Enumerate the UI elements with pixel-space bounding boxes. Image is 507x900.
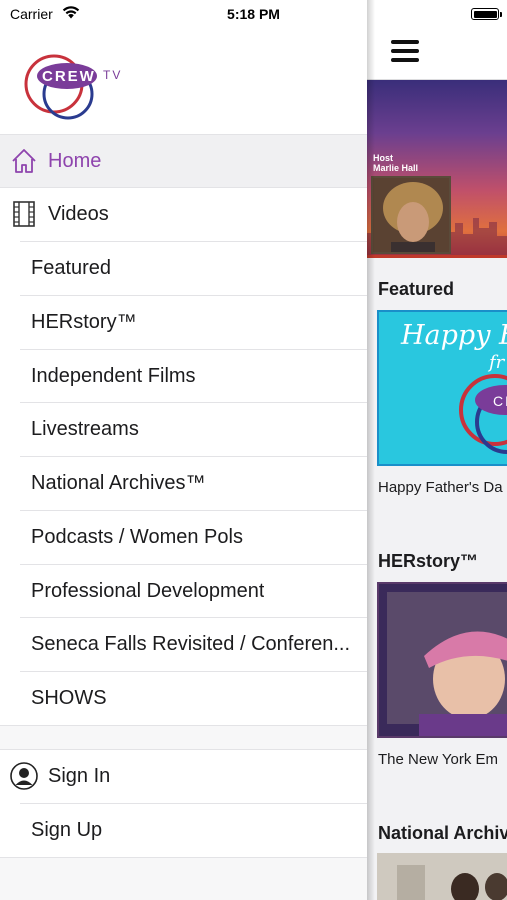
menu-item-videos[interactable]: Videos	[0, 188, 367, 241]
menu-item-label: Podcasts / Women Pols	[31, 526, 243, 548]
host-photo	[371, 176, 451, 254]
menu-item-herstory[interactable]: HERstory™	[0, 296, 367, 349]
menu-item-sign-in[interactable]: Sign In	[0, 750, 367, 803]
logo-tv-text: TV	[103, 68, 123, 82]
menu-item-label: Featured	[31, 257, 112, 279]
menu-item-livestreams[interactable]: Livestreams	[0, 403, 367, 456]
section-title-national-archives: National Archiv	[378, 823, 507, 843]
menu-item-label: Sign Up	[31, 819, 103, 841]
drawer-shadow	[367, 0, 375, 900]
side-menu: CREW TV Home Videos Featured HERstory™ I…	[0, 0, 367, 900]
svg-text:CR: CR	[493, 393, 507, 409]
menu-item-label: National Archives™	[31, 472, 206, 494]
menu-item-label: Videos	[48, 203, 109, 225]
logo-text: CREW	[42, 68, 96, 85]
host-label: Host Marlie Hall	[373, 153, 419, 173]
menu-item-label: Home	[48, 150, 102, 172]
section-gap	[0, 858, 367, 900]
menu-item-national-archives[interactable]: National Archives™	[0, 457, 367, 510]
menu-item-shows[interactable]: SHOWS	[0, 672, 367, 725]
menu-item-featured[interactable]: Featured	[0, 242, 367, 295]
menu-item-professional-development[interactable]: Professional Development	[0, 565, 367, 618]
featured-video-caption[interactable]: Happy Father's Da	[378, 479, 503, 496]
national-archives-video-thumbnail[interactable]	[377, 853, 507, 900]
film-icon	[13, 201, 35, 227]
menu-item-label: Livestreams	[31, 418, 139, 440]
section-title-herstory: HERstory™	[378, 551, 479, 571]
menu-item-label: Seneca Falls Revisited / Conferen...	[31, 633, 351, 655]
menu-item-independent-films[interactable]: Independent Films	[0, 350, 367, 403]
menu-item-label: Independent Films	[31, 365, 196, 387]
crew-tv-logo	[24, 54, 97, 120]
home-icon	[12, 149, 36, 173]
menu-item-home[interactable]: Home	[0, 135, 367, 188]
section-gap	[0, 726, 367, 750]
main-content: Host Marlie Hall Featured Happy Fa fr CR…	[367, 0, 507, 900]
thumbnail-title: Happy Fa	[401, 320, 507, 351]
featured-video-thumbnail[interactable]: Happy Fa fr CR	[377, 310, 507, 466]
menu-item-sign-up[interactable]: Sign Up	[0, 804, 367, 857]
battery-icon	[471, 8, 502, 20]
status-bar: Carrier 5:18 PM	[0, 0, 507, 28]
menu-item-label: Sign In	[48, 765, 111, 787]
hero-banner[interactable]: Host Marlie Hall	[367, 80, 507, 258]
section-title-featured: Featured	[378, 279, 455, 299]
hero-divider	[367, 255, 507, 258]
hamburger-menu-icon[interactable]	[391, 40, 419, 64]
menu-item-label: Professional Development	[31, 580, 265, 602]
battery-level	[473, 10, 497, 18]
crew-logo-icon: CR	[459, 374, 507, 454]
menu-item-label: SHOWS	[31, 687, 107, 709]
herstory-video-caption[interactable]: The New York Em	[378, 751, 498, 768]
menu-item-podcasts[interactable]: Podcasts / Women Pols	[0, 511, 367, 564]
herstory-video-thumbnail[interactable]	[377, 582, 507, 738]
menu-item-label: HERstory™	[31, 311, 137, 333]
clock: 5:18 PM	[227, 6, 280, 22]
menu-item-seneca-falls[interactable]: Seneca Falls Revisited / Conferen...	[0, 618, 367, 671]
user-icon	[10, 762, 38, 790]
